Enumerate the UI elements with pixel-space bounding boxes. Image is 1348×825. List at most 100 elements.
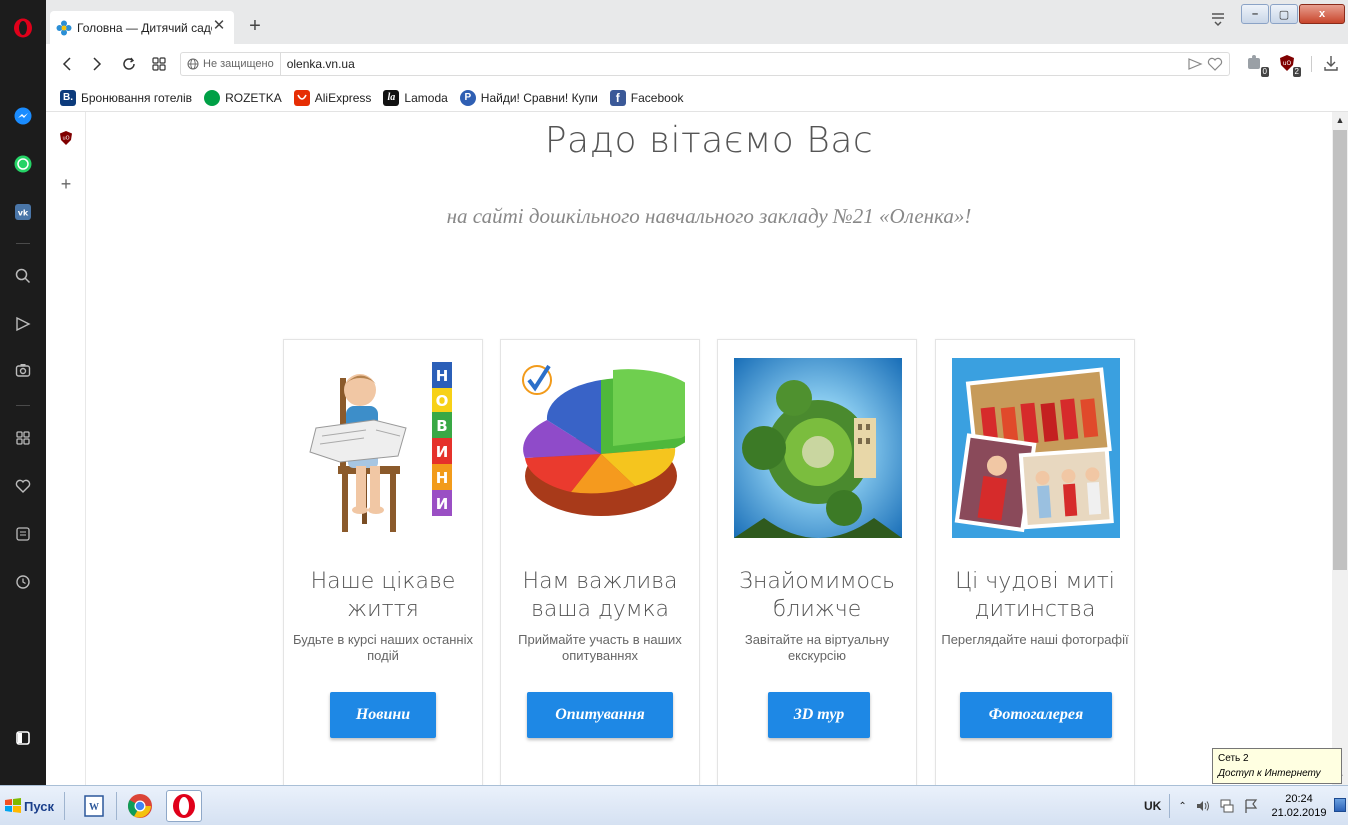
flow-button[interactable] (0, 310, 46, 338)
scrollbar-thumb[interactable] (1333, 130, 1347, 570)
taskbar-word-button[interactable]: W (76, 790, 112, 822)
bookmark-price[interactable]: P Найди! Сравни! Купи (459, 89, 598, 106)
window-controls: – ▢ x (1240, 4, 1345, 26)
start-button[interactable]: Пуск (4, 793, 58, 819)
add-panel-button[interactable]: + (58, 175, 74, 193)
heart-icon[interactable] (1207, 56, 1223, 72)
vk-icon: vk (15, 204, 31, 220)
close-window-button[interactable]: x (1299, 4, 1345, 24)
bookmark-lamoda[interactable]: la Lamoda (383, 89, 448, 106)
download-icon (1324, 56, 1338, 71)
taskbar-opera-button[interactable] (166, 790, 202, 822)
news-letter: И (436, 495, 449, 513)
aliexpress-icon (293, 89, 310, 106)
tray-expand-icon[interactable]: ⌃ (1178, 801, 1186, 812)
whatsapp-icon (14, 155, 32, 173)
globe-icon (187, 58, 199, 70)
news-letter: О (436, 392, 449, 410)
start-label: Пуск (24, 798, 54, 814)
page-scrollbar[interactable]: ▲ ▼ (1332, 112, 1348, 785)
clock-icon (16, 575, 30, 589)
sidebar-toggle-button[interactable] (0, 724, 46, 752)
system-clock[interactable]: 20:24 21.02.2019 (1268, 792, 1330, 820)
card-description: Завітайте на віртуальну екскурсію (744, 632, 890, 663)
svg-text:uO: uO (1283, 60, 1292, 67)
photo-gallery-image (952, 358, 1120, 538)
tab-home[interactable]: Головна — Дитячий садо ✕ (50, 11, 234, 44)
downloads-button[interactable] (1323, 54, 1339, 75)
extension-button[interactable]: 0 (1246, 54, 1269, 77)
show-desktop-button[interactable] (1334, 798, 1346, 812)
history-button[interactable] (0, 568, 46, 596)
booking-icon: B. (60, 89, 76, 106)
tab-strip: Головна — Дитячий садо ✕ + – ▢ x (46, 0, 1348, 44)
gallery-button[interactable]: Фотогалерея (960, 692, 1112, 738)
new-tab-button[interactable]: + (244, 15, 266, 37)
maximize-button[interactable]: ▢ (1270, 4, 1298, 24)
volume-icon[interactable] (1195, 798, 1211, 814)
network-icon[interactable] (1219, 798, 1235, 814)
chevron-right-icon (93, 57, 102, 71)
panorama-image (734, 358, 902, 538)
panel-icon (16, 731, 30, 745)
address-bar[interactable]: Не защищено olenka.vn.ua (180, 52, 1230, 76)
taskbar-chrome-button[interactable] (122, 790, 158, 822)
opera-logo-icon (173, 794, 195, 818)
card-survey: Нам важлива ваша думка Приймайте участь … (500, 339, 700, 785)
network-tooltip: Сеть 2 Доступ к Интернету (1212, 748, 1342, 784)
survey-button[interactable]: Опитування (527, 692, 673, 738)
bookmarks-bar: B. Бронювання готелів ROZETKA AliExpress… (46, 84, 1348, 112)
opera-sidebar: vk (0, 0, 46, 785)
search-icon (15, 268, 31, 284)
scroll-up-arrow-icon[interactable]: ▲ (1332, 112, 1348, 128)
messenger-button[interactable] (0, 102, 46, 130)
action-center-flag-icon[interactable] (1243, 798, 1259, 814)
search-button[interactable] (0, 262, 46, 290)
facebook-icon: f (609, 89, 626, 106)
word-icon: W (84, 795, 104, 817)
rozetka-icon (204, 89, 221, 106)
news-button[interactable] (0, 520, 46, 548)
ublock-badge: 2 (1292, 67, 1301, 77)
bookmark-booking[interactable]: B. Бронювання готелів (60, 89, 192, 106)
reload-button[interactable] (118, 53, 140, 75)
web-page: Радо вітаємо Вас на сайті дошкільного на… (86, 112, 1332, 785)
tabs-overview-button[interactable] (148, 53, 170, 75)
camera-icon (15, 364, 31, 377)
forward-button[interactable] (86, 53, 108, 75)
minimize-button[interactable]: – (1241, 4, 1269, 24)
url-text[interactable]: olenka.vn.ua (287, 57, 355, 71)
vk-button[interactable]: vk (0, 198, 46, 226)
bookmark-rozetka[interactable]: ROZETKA (204, 89, 282, 106)
tooltip-network-name: Сеть 2 (1218, 753, 1249, 764)
snapshot-button[interactable] (0, 356, 46, 384)
bookmark-facebook[interactable]: f Facebook (609, 89, 684, 106)
whatsapp-button[interactable] (0, 150, 46, 178)
3d-tour-button[interactable]: 3D тур (768, 692, 870, 738)
tab-close-icon[interactable]: ✕ (212, 18, 226, 33)
extension-badge: 0 (1260, 67, 1269, 77)
chrome-icon (127, 794, 152, 818)
opera-logo-icon (14, 18, 32, 38)
card-news: Н О В И Н И Наше цікаве життя Будьте в к… (283, 339, 483, 785)
security-indicator[interactable]: Не защищено (181, 53, 281, 75)
language-indicator[interactable]: UK (1144, 799, 1161, 813)
bookmark-aliexpress[interactable]: AliExpress (293, 89, 371, 106)
svg-text:uO: uO (62, 136, 69, 142)
send-icon[interactable] (1187, 56, 1203, 72)
send-icon (16, 316, 31, 332)
easy-setup-icon[interactable] (1208, 8, 1228, 28)
speed-dial-button[interactable] (0, 424, 46, 452)
page-subtitle: на сайті дошкільного навчального закладу… (446, 204, 972, 228)
news-button[interactable]: Новини (330, 692, 436, 738)
opera-menu-button[interactable] (0, 14, 46, 42)
news-boy-image: Н О В И Н И (309, 362, 452, 532)
pie-chart-image (522, 364, 685, 516)
ublock-button[interactable]: uO 2 (1278, 54, 1301, 77)
ublock-shield-icon[interactable]: uO (59, 130, 73, 146)
messenger-icon (14, 107, 32, 125)
system-tray: UK ⌃ (1144, 792, 1259, 820)
bookmarks-button[interactable] (0, 472, 46, 500)
news-letter: Н (436, 367, 449, 385)
back-button[interactable] (56, 53, 78, 75)
